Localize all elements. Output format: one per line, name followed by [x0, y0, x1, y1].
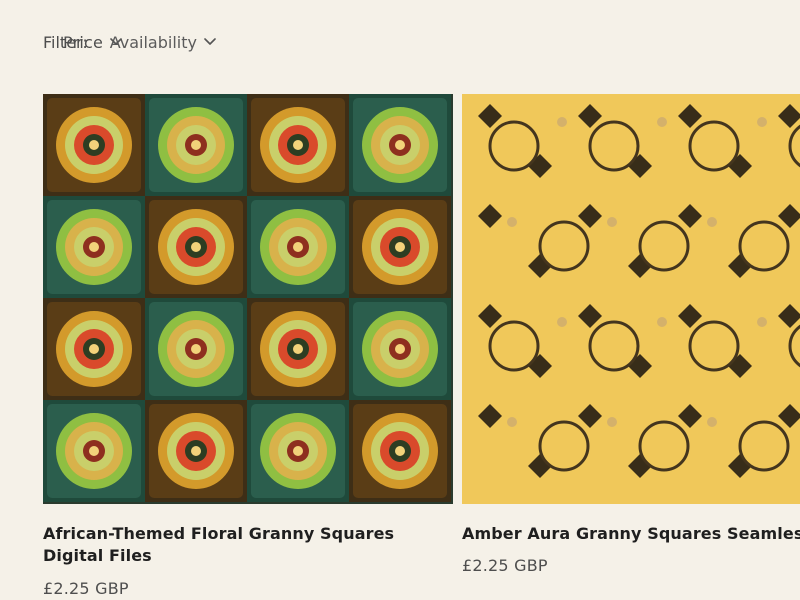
storefront-page: Filter: Availability Price African-Theme…: [0, 0, 800, 600]
product-price: £2.25 GBP: [43, 579, 129, 598]
granny-square-grid: [43, 94, 451, 502]
price-filter[interactable]: Price: [63, 33, 122, 52]
filter-bar: Filter: Availability Price: [43, 29, 216, 55]
product-card[interactable]: African-Themed Floral Granny Squares Dig…: [43, 94, 453, 600]
product-price: £2.25 GBP: [462, 556, 548, 575]
chevron-down-icon: [204, 38, 216, 45]
product-image[interactable]: [462, 94, 800, 504]
availability-filter-label: Availability: [109, 32, 197, 52]
product-card[interactable]: Amber Aura Granny Squares Seamless Pr £2…: [462, 94, 800, 600]
availability-filter[interactable]: Availability: [110, 33, 216, 52]
product-title[interactable]: African-Themed Floral Granny Squares Dig…: [43, 523, 453, 567]
product-grid: African-Themed Floral Granny Squares Dig…: [43, 94, 800, 600]
product-title[interactable]: Amber Aura Granny Squares Seamless Pr: [462, 523, 800, 545]
product-image[interactable]: [43, 94, 453, 504]
price-filter-label: Price: [63, 32, 104, 52]
chevron-down-icon: [110, 38, 122, 45]
